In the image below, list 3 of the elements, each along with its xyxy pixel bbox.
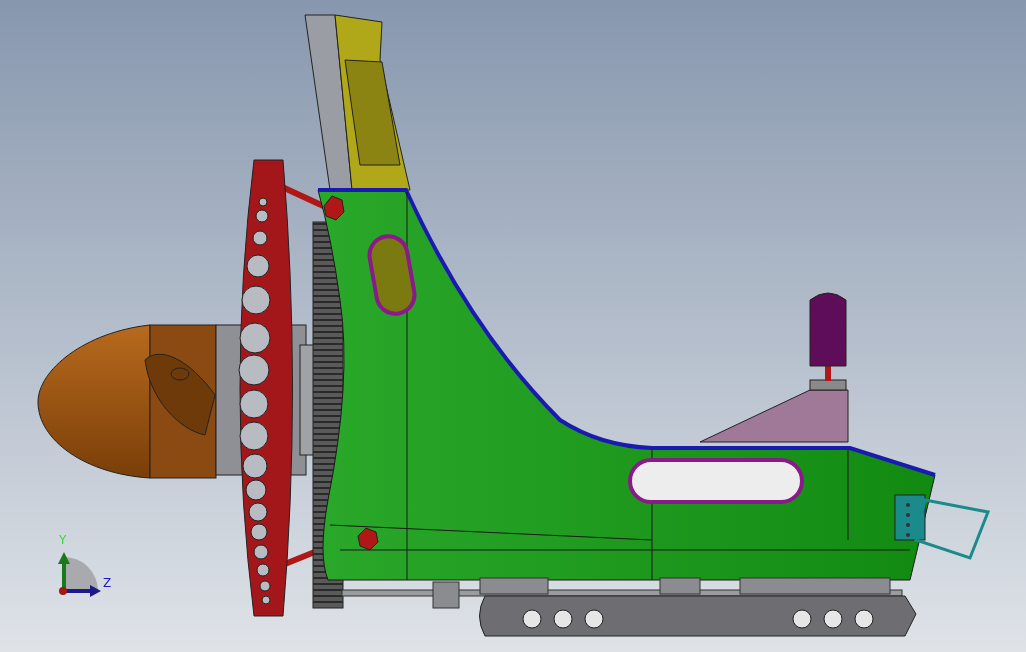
z-axis-label: Z <box>103 576 112 590</box>
y-axis-label: Y <box>59 533 67 547</box>
axis-triad-drawing <box>58 552 101 597</box>
